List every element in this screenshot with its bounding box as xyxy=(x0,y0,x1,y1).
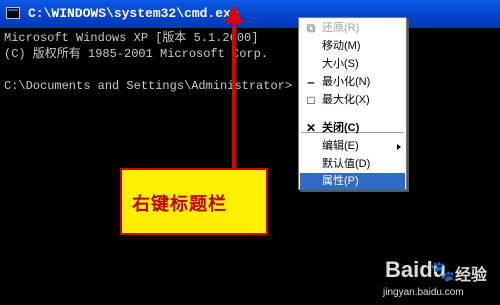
window-titlebar[interactable]: C:\WINDOWS\system32\cmd.exe xyxy=(0,0,500,28)
annotation-arrow-line xyxy=(232,22,236,168)
close-icon: ✕ xyxy=(305,121,317,135)
menu-item-label: 大小(S) xyxy=(322,58,359,70)
menu-item-size[interactable]: 大小(S) xyxy=(300,56,405,73)
menu-item-close[interactable]: ✕ 关闭(C) xyxy=(300,120,405,137)
minimize-icon: ‒ xyxy=(307,75,315,89)
system-menu: ⧉ 还原(R) 移动(M) 大小(S) ‒ 最小化(N) □ 最大化(X) ✕ … xyxy=(298,17,407,190)
window-title: C:\WINDOWS\system32\cmd.exe xyxy=(28,6,239,21)
submenu-arrow-icon xyxy=(397,144,401,150)
menu-item-restore[interactable]: ⧉ 还原(R) xyxy=(300,20,405,37)
menu-item-label: 还原(R) xyxy=(322,22,360,34)
menu-item-label: 默认值(D) xyxy=(322,158,371,170)
menu-item-label: 关闭(C) xyxy=(322,122,360,134)
annotation-text: 右键标题栏 xyxy=(132,194,227,214)
menu-item-maximize[interactable]: □ 最大化(X) xyxy=(300,92,405,109)
annotation-callout: 右键标题栏 xyxy=(120,168,268,235)
baidu-paw-icon: 🐾 xyxy=(430,261,455,283)
watermark-product-text: 经验 xyxy=(455,267,488,284)
baidu-jingyan-watermark: Baidu 🐾 经验 jingyan.baidu.com xyxy=(375,255,495,303)
annotation-arrow-head-icon xyxy=(225,5,243,23)
menu-item-label: 编辑(E) xyxy=(322,140,359,152)
menu-item-defaults[interactable]: 默认值(D) xyxy=(300,156,405,173)
menu-item-move[interactable]: 移动(M) xyxy=(300,38,405,55)
maximize-icon: □ xyxy=(307,93,315,107)
console-line: Microsoft Windows XP [版本 5.1.2600] xyxy=(4,31,259,45)
menu-item-label: 最小化(N) xyxy=(322,76,371,88)
menu-item-edit[interactable]: 编辑(E) xyxy=(300,138,405,155)
watermark-url: jingyan.baidu.com xyxy=(383,287,464,298)
menu-item-label: 属性(P) xyxy=(322,175,359,187)
menu-item-label: 移动(M) xyxy=(322,40,361,52)
console-prompt: C:\Documents and Settings\Administrator> xyxy=(4,79,293,93)
menu-item-label: 最大化(X) xyxy=(322,94,370,106)
restore-icon: ⧉ xyxy=(306,21,316,35)
menu-item-minimize[interactable]: ‒ 最小化(N) xyxy=(300,74,405,91)
menu-item-properties[interactable]: 属性(P) xyxy=(300,173,405,190)
console-line: (C) 版权所有 1985-2001 Microsoft Corp. xyxy=(4,47,269,61)
cmd-window-icon[interactable] xyxy=(6,7,20,19)
